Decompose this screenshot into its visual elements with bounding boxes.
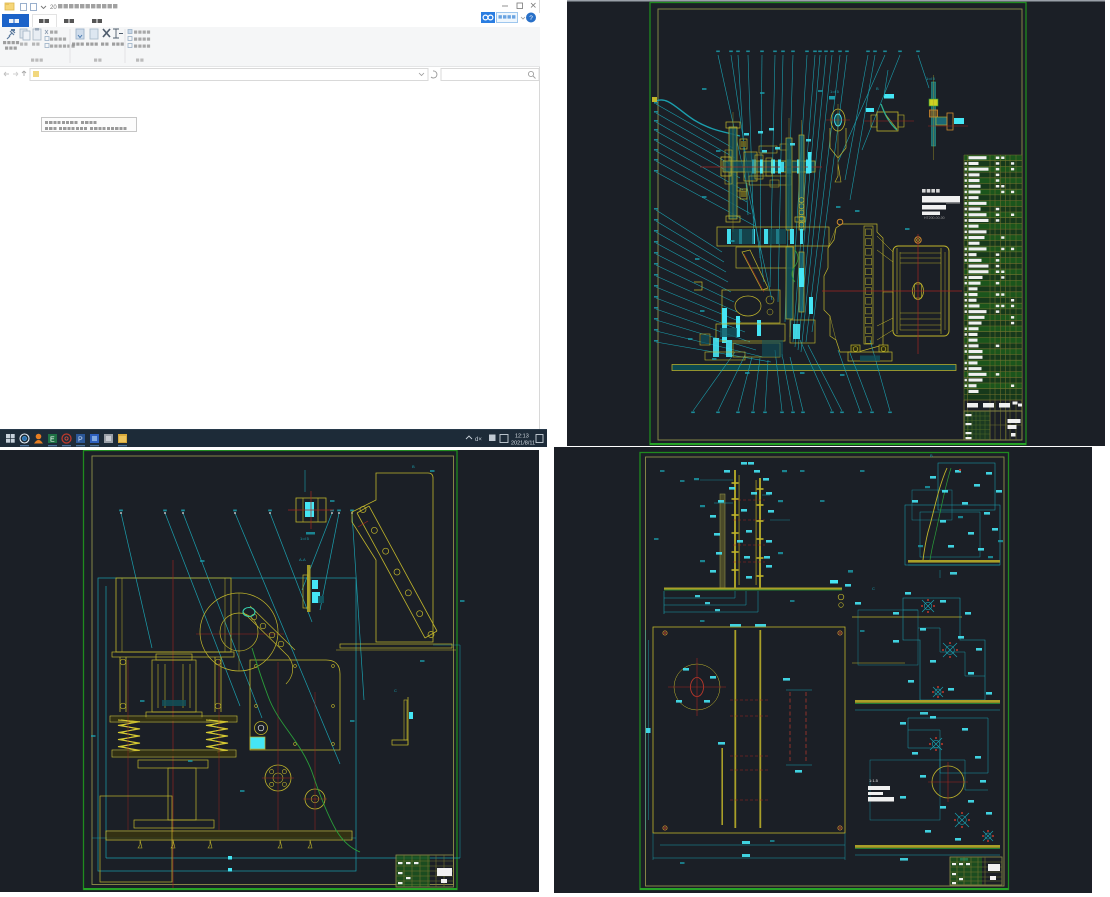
svg-text:1:d 5: 1:d 5 — [300, 536, 310, 541]
svg-text:C: C — [394, 688, 397, 693]
svg-text:B: B — [412, 464, 415, 469]
svg-text:d×: d× — [475, 437, 482, 443]
svg-text:P: P — [78, 437, 83, 444]
svg-text:B: B — [876, 86, 879, 91]
svg-text:HT200-00-00: HT200-00-00 — [924, 216, 945, 220]
svg-text:E: E — [50, 437, 55, 444]
svg-text:1:d 5: 1:d 5 — [926, 76, 936, 81]
svg-text:1:1.5: 1:1.5 — [869, 778, 879, 783]
svg-text:12:13: 12:13 — [515, 434, 529, 440]
svg-text:A-A: A-A — [299, 557, 306, 562]
svg-text:?: ? — [529, 15, 533, 22]
svg-text:C: C — [872, 586, 875, 591]
svg-text:20: 20 — [50, 5, 57, 11]
svg-text:B: B — [930, 453, 933, 458]
svg-text:1:d 5: 1:d 5 — [830, 89, 840, 94]
svg-text:2021/8/11: 2021/8/11 — [511, 441, 535, 447]
